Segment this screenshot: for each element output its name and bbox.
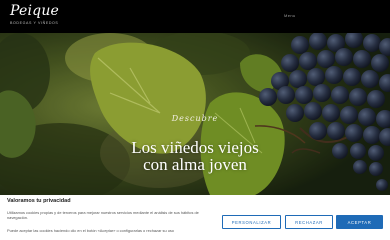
hero-script-title: Descubre: [171, 114, 219, 123]
logo[interactable]: Peique BODEGAS Y VIÑEDOS: [10, 4, 59, 25]
logo-text: Peique: [10, 3, 60, 19]
cookie-consent-banner: Valoramos tu privacidad Utilizamos cooki…: [0, 195, 390, 240]
reject-button[interactable]: RECHAZAR: [285, 215, 333, 229]
cookie-banner-text: Utilizamos cookies propias y de terceros…: [7, 210, 199, 221]
customize-button[interactable]: PERSONALIZAR: [222, 215, 281, 229]
site-header: Peique BODEGAS Y VIÑEDOS Menu: [0, 0, 390, 33]
accept-button[interactable]: ACEPTAR: [336, 215, 383, 229]
menu-button[interactable]: Menu: [284, 13, 296, 18]
hero-headline-line-1: Los viñedos viejos: [131, 138, 259, 157]
cookie-banner-title: Valoramos tu privacidad: [7, 198, 71, 204]
logo-subtitle: BODEGAS Y VIÑEDOS: [10, 21, 59, 25]
hero-section: Descubre Los viñedos viejos con alma jov…: [0, 33, 390, 195]
hero-headline: Los viñedos viejos con alma joven: [70, 139, 320, 173]
hero-headline-line-2: con alma joven: [143, 155, 247, 174]
cookie-banner-text-2: Puede aceptar las cookies haciendo clic …: [7, 228, 174, 233]
